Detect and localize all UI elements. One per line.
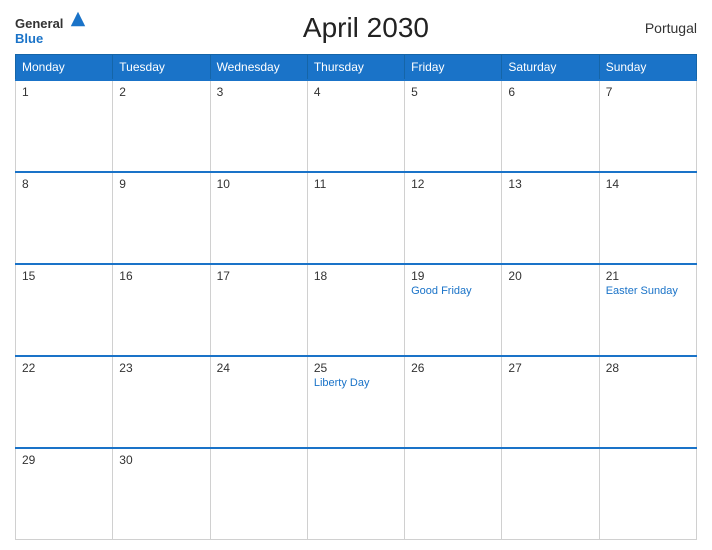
logo: General Blue <box>15 10 87 46</box>
day-number: 10 <box>217 177 301 191</box>
calendar-cell: 28 <box>599 356 696 448</box>
calendar-cell: 3 <box>210 80 307 172</box>
calendar-cell: 5 <box>405 80 502 172</box>
header-tuesday: Tuesday <box>113 55 210 81</box>
holiday-label: Good Friday <box>411 285 495 297</box>
calendar-cell: 12 <box>405 172 502 264</box>
day-number: 11 <box>314 177 398 191</box>
calendar-cell: 8 <box>16 172 113 264</box>
day-number: 3 <box>217 85 301 99</box>
calendar-cell: 6 <box>502 80 599 172</box>
calendar-cell: 29 <box>16 448 113 540</box>
calendar-cell: 25 Liberty Day <box>307 356 404 448</box>
day-number: 17 <box>217 269 301 283</box>
calendar-cell: 14 <box>599 172 696 264</box>
header-wednesday: Wednesday <box>210 55 307 81</box>
week-row-3: 15 16 17 18 19 Good Friday 20 21 Easter Sunday <box>16 264 697 356</box>
holiday-label: Easter Sunday <box>606 285 690 297</box>
day-number: 18 <box>314 269 398 283</box>
day-number: 13 <box>508 177 592 191</box>
day-number: 28 <box>606 361 690 375</box>
calendar-cell: 9 <box>113 172 210 264</box>
day-number: 20 <box>508 269 592 283</box>
day-number: 16 <box>119 269 203 283</box>
calendar-cell: 22 <box>16 356 113 448</box>
logo-general-text: General <box>15 16 63 31</box>
day-number: 27 <box>508 361 592 375</box>
day-number: 12 <box>411 177 495 191</box>
day-number: 21 <box>606 269 690 283</box>
page: General Blue April 2030 Portugal Monday … <box>0 0 712 550</box>
header-saturday: Saturday <box>502 55 599 81</box>
calendar-cell: 19 Good Friday <box>405 264 502 356</box>
week-row-4: 22 23 24 25 Liberty Day 26 27 28 <box>16 356 697 448</box>
calendar-cell <box>210 448 307 540</box>
day-number: 29 <box>22 453 106 467</box>
week-row-2: 89 10 11 12 13 14 <box>16 172 697 264</box>
calendar-cell <box>405 448 502 540</box>
calendar-cell: 27 <box>502 356 599 448</box>
header-thursday: Thursday <box>307 55 404 81</box>
calendar-cell: 30 <box>113 448 210 540</box>
day-number: 1 <box>22 85 106 99</box>
day-number: 4 <box>314 85 398 99</box>
day-number: 23 <box>119 361 203 375</box>
calendar-cell: 23 <box>113 356 210 448</box>
calendar-cell: 24 <box>210 356 307 448</box>
day-number: 25 <box>314 361 398 375</box>
calendar-cell: 16 <box>113 264 210 356</box>
logo-blue-text: Blue <box>15 31 43 46</box>
day-number: 9 <box>119 177 203 191</box>
calendar-cell: 26 <box>405 356 502 448</box>
day-number: 2 <box>119 85 203 99</box>
calendar-cell: 2 <box>113 80 210 172</box>
calendar-cell: 17 <box>210 264 307 356</box>
calendar-cell <box>599 448 696 540</box>
header-friday: Friday <box>405 55 502 81</box>
day-number: 24 <box>217 361 301 375</box>
calendar-cell <box>307 448 404 540</box>
day-number: 5 <box>411 85 495 99</box>
calendar-cell: 1 <box>16 80 113 172</box>
week-row-5: 29 30 <box>16 448 697 540</box>
calendar-cell: 11 <box>307 172 404 264</box>
calendar-cell: 20 <box>502 264 599 356</box>
week-row-1: 1234567 <box>16 80 697 172</box>
weekday-header-row: Monday Tuesday Wednesday Thursday Friday… <box>16 55 697 81</box>
day-number: 8 <box>22 177 106 191</box>
calendar-cell: 4 <box>307 80 404 172</box>
header-sunday: Sunday <box>599 55 696 81</box>
day-number: 14 <box>606 177 690 191</box>
day-number: 19 <box>411 269 495 283</box>
calendar-cell: 21 Easter Sunday <box>599 264 696 356</box>
calendar-cell: 7 <box>599 80 696 172</box>
calendar-cell: 18 <box>307 264 404 356</box>
logo-icon <box>69 10 87 28</box>
calendar-cell <box>502 448 599 540</box>
calendar-cell: 15 <box>16 264 113 356</box>
calendar-cell: 13 <box>502 172 599 264</box>
country-label: Portugal <box>645 20 697 36</box>
day-number: 26 <box>411 361 495 375</box>
page-title: April 2030 <box>303 12 429 44</box>
calendar-table: Monday Tuesday Wednesday Thursday Friday… <box>15 54 697 540</box>
header: General Blue April 2030 Portugal <box>15 10 697 46</box>
day-number: 15 <box>22 269 106 283</box>
day-number: 22 <box>22 361 106 375</box>
day-number: 6 <box>508 85 592 99</box>
calendar-cell: 10 <box>210 172 307 264</box>
day-number: 7 <box>606 85 690 99</box>
holiday-label: Liberty Day <box>314 377 398 389</box>
day-number: 30 <box>119 453 203 467</box>
header-monday: Monday <box>16 55 113 81</box>
